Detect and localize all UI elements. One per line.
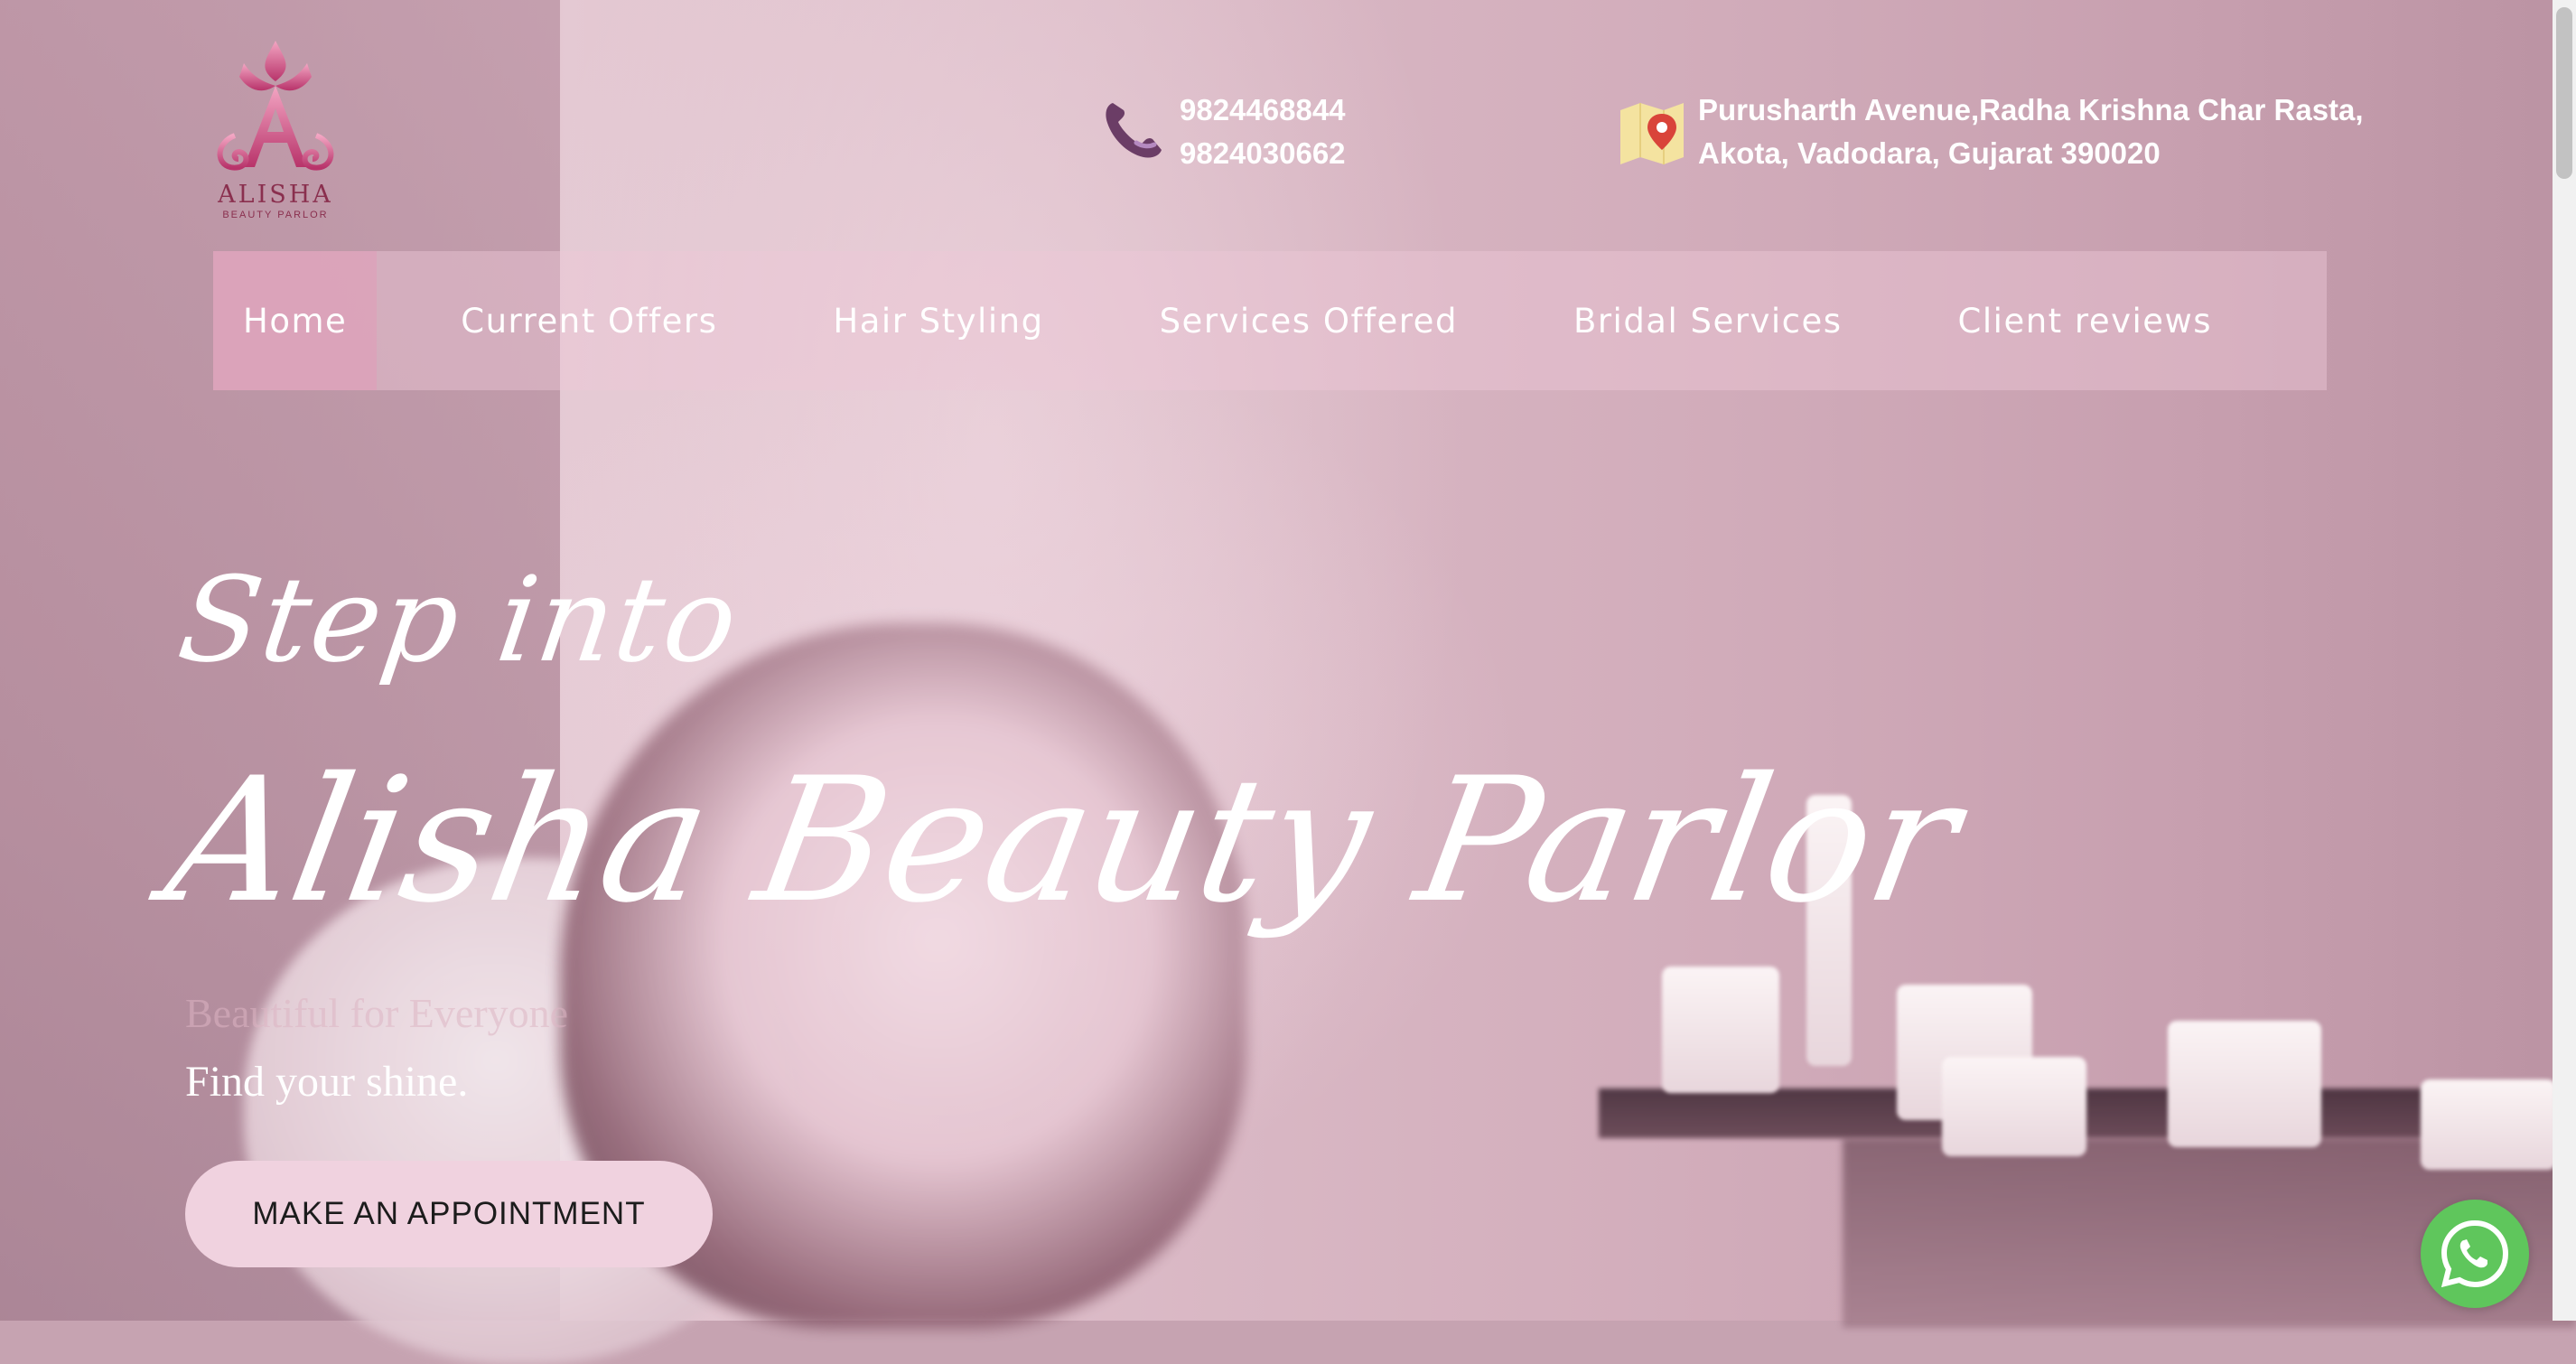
phone-number-2[interactable]: 9824030662 bbox=[1180, 132, 1346, 175]
nav-item-bridal-services[interactable]: Bridal Services bbox=[1544, 251, 1872, 390]
hero-title: Alisha Beauty Parlor bbox=[154, 741, 1972, 940]
map-icon bbox=[1620, 103, 1684, 164]
address-line-2: Akota, Vadodara, Gujarat 390020 bbox=[1698, 136, 2161, 170]
address-line-1: Purusharth Avenue,Radha Krishna Char Ras… bbox=[1698, 93, 2364, 126]
nav-item-hair-styling[interactable]: Hair Styling bbox=[803, 251, 1073, 390]
hero-faded-text: Beautiful for Everyone bbox=[185, 990, 569, 1036]
whatsapp-icon bbox=[2441, 1219, 2509, 1288]
candle bbox=[1942, 1057, 2086, 1156]
address: Purusharth Avenue,Radha Krishna Char Ras… bbox=[1698, 89, 2364, 175]
logo[interactable]: ALISHA BEAUTY PARLOR bbox=[208, 36, 343, 226]
logo-tagline: BEAUTY PARLOR bbox=[222, 210, 329, 220]
nav-item-current-offers[interactable]: Current Offers bbox=[431, 251, 747, 390]
nav-item-services-offered[interactable]: Services Offered bbox=[1130, 251, 1488, 390]
make-appointment-button[interactable]: MAKE AN APPOINTMENT bbox=[185, 1161, 713, 1267]
page-scrollbar[interactable] bbox=[2553, 0, 2576, 1321]
phone-numbers[interactable]: 9824468844 9824030662 bbox=[1180, 89, 1346, 175]
nav-item-home[interactable]: Home bbox=[213, 251, 378, 390]
candle bbox=[1662, 967, 1779, 1093]
whatsapp-button[interactable] bbox=[2421, 1200, 2529, 1308]
phone-number-1[interactable]: 9824468844 bbox=[1180, 89, 1346, 132]
hero-kicker: Step into bbox=[171, 551, 748, 688]
nav-item-client-reviews[interactable]: Client reviews bbox=[1928, 251, 2243, 390]
candle bbox=[2168, 1021, 2321, 1147]
logo-name: ALISHA bbox=[218, 181, 333, 209]
candle bbox=[2421, 1079, 2556, 1170]
phone-icon bbox=[1106, 103, 1162, 158]
main-nav: Home Current Offers Hair Styling Service… bbox=[213, 251, 2327, 390]
scrollbar-thumb[interactable] bbox=[2556, 7, 2572, 179]
hero-tagline: Find your shine. bbox=[185, 1058, 469, 1106]
logo-emblem-icon bbox=[217, 41, 334, 171]
